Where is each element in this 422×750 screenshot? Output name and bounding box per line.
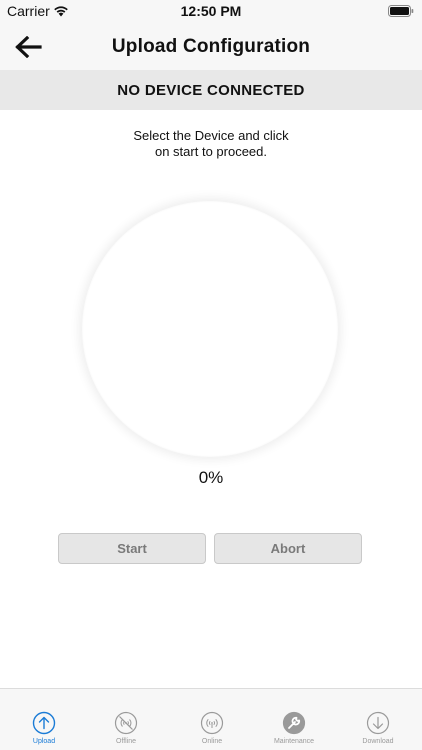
tab-upload[interactable]: Upload xyxy=(14,711,74,745)
navigation-bar: Upload Configuration xyxy=(0,22,422,70)
status-bar: Carrier 12:50 PM xyxy=(0,0,422,22)
device-status-banner: NO DEVICE CONNECTED xyxy=(0,70,422,110)
online-icon xyxy=(200,711,224,735)
tab-download-label: Download xyxy=(362,738,394,745)
tab-bar: Upload Offline Online Maintenance Downlo… xyxy=(0,688,422,750)
tab-online-label: Online xyxy=(201,738,223,745)
start-button[interactable]: Start xyxy=(58,533,206,564)
battery-icon xyxy=(388,5,414,17)
offline-icon xyxy=(114,711,138,735)
tab-offline-label: Offline xyxy=(115,738,137,745)
upload-icon xyxy=(32,711,56,735)
tab-maintenance[interactable]: Maintenance xyxy=(264,711,324,745)
progress-percentage: 0% xyxy=(198,468,224,487)
abort-button[interactable]: Abort xyxy=(214,533,362,564)
tab-upload-label: Upload xyxy=(32,738,56,745)
tab-offline[interactable]: Offline xyxy=(96,711,156,745)
maintenance-icon xyxy=(282,711,306,735)
clock: 12:50 PM xyxy=(180,3,242,19)
tab-maintenance-label: Maintenance xyxy=(273,738,315,745)
download-icon xyxy=(366,711,390,735)
tab-online[interactable]: Online xyxy=(182,711,242,745)
page-title: Upload Configuration xyxy=(111,36,311,57)
instruction-line-1: Select the Device and click xyxy=(133,128,289,143)
instruction-text: Select the Device and click on start to … xyxy=(0,128,422,160)
instruction-line-2: on start to proceed. xyxy=(154,144,267,159)
tab-download[interactable]: Download xyxy=(348,711,408,745)
progress-ring xyxy=(82,201,338,457)
